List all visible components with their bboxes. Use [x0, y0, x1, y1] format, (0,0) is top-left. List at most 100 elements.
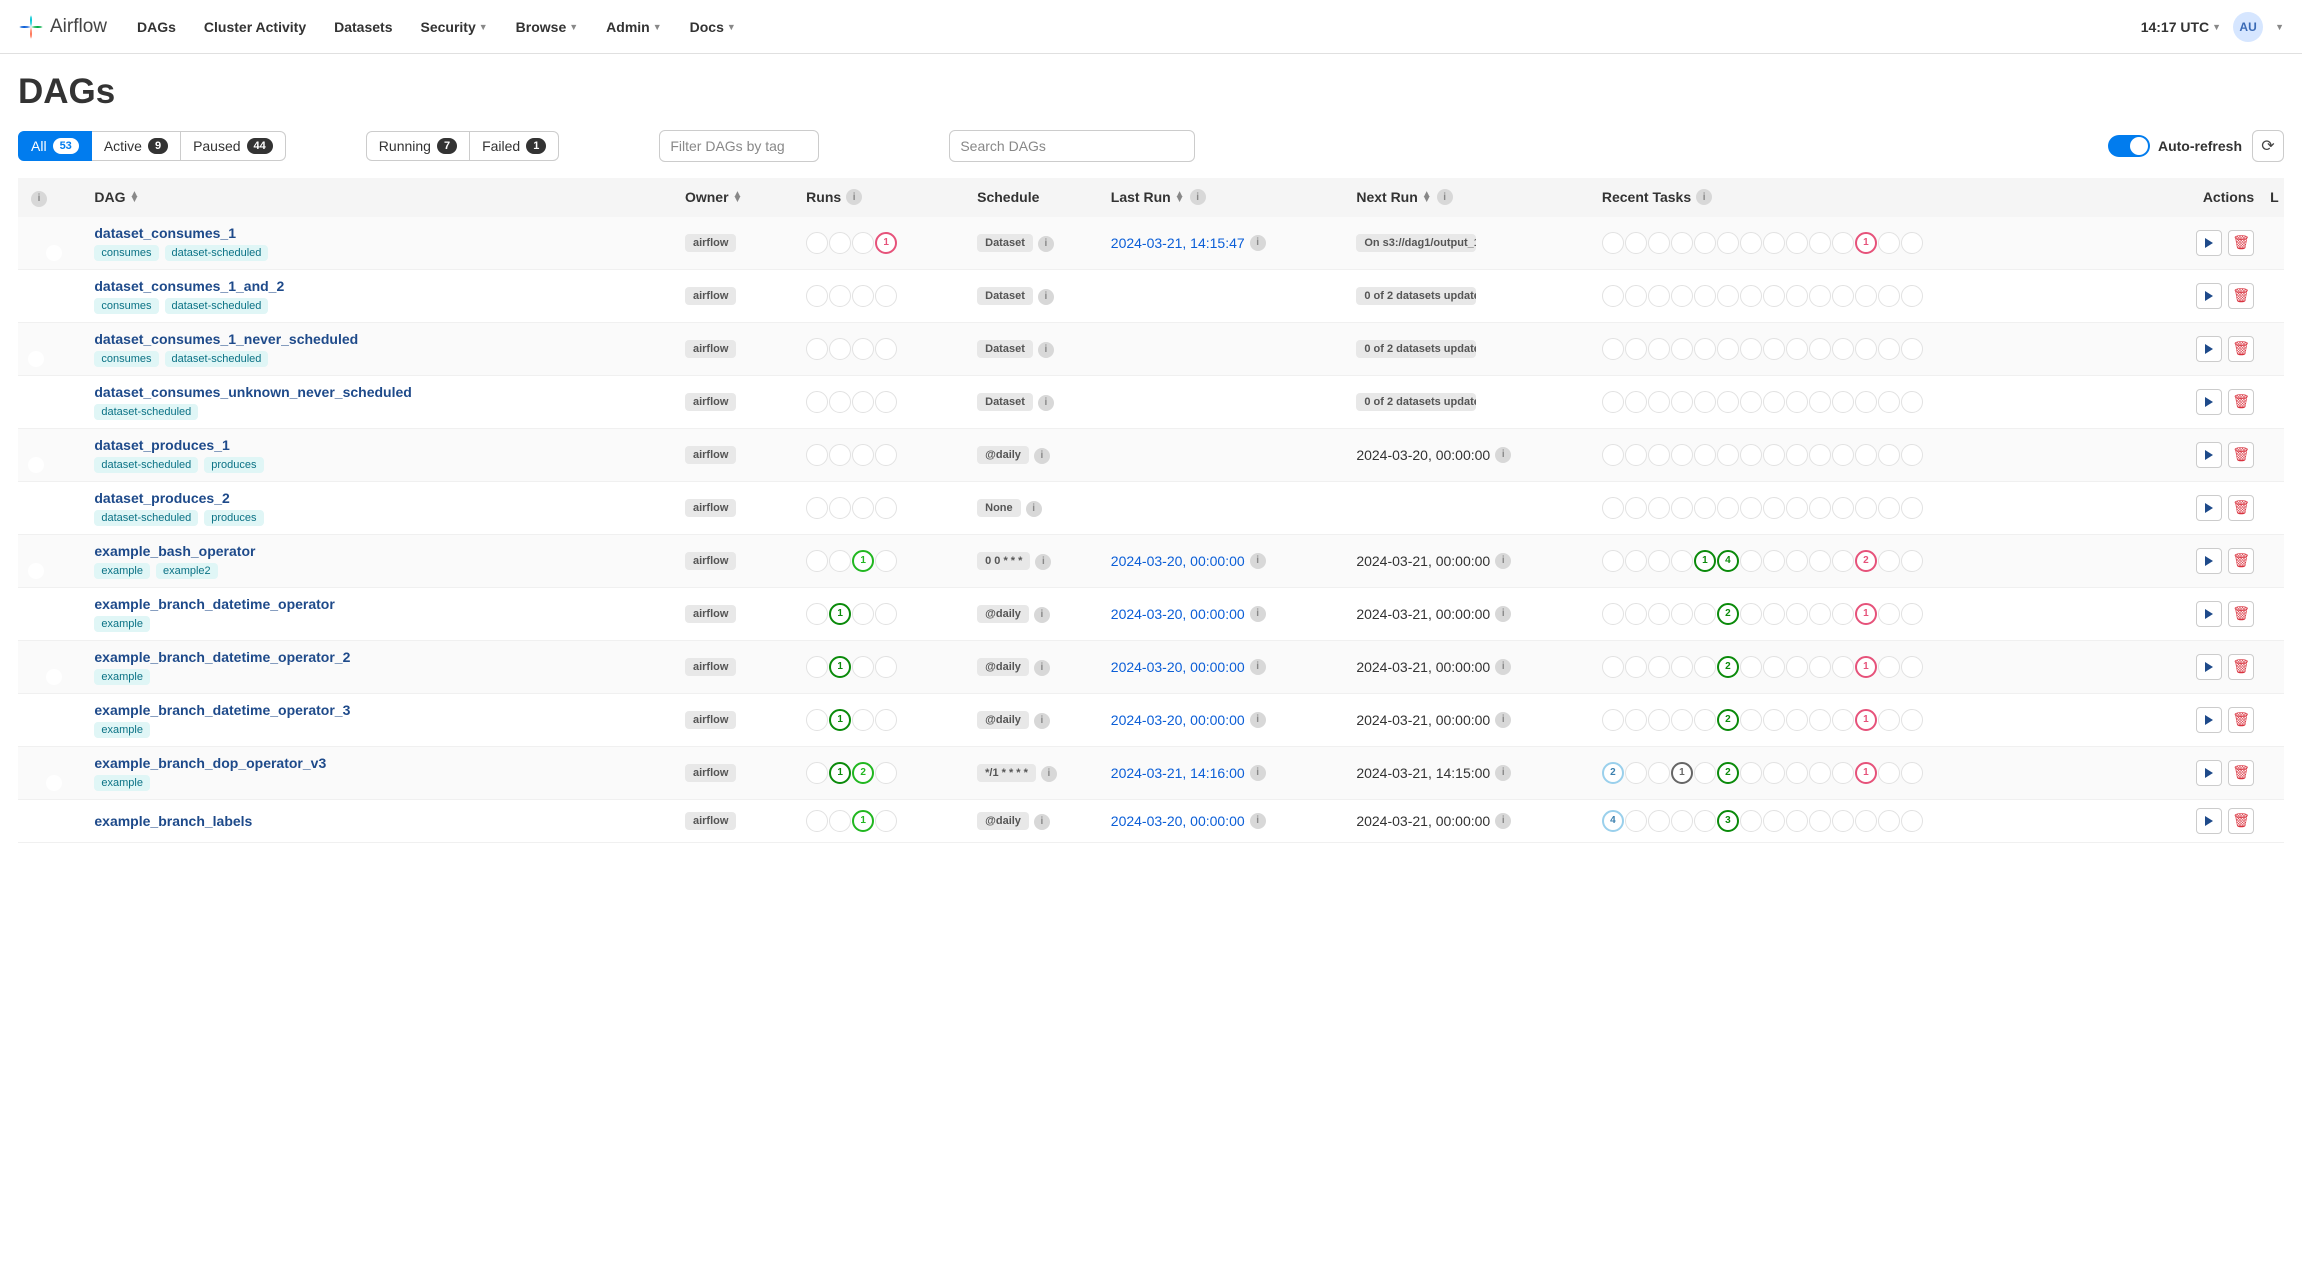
status-circle[interactable] — [1717, 497, 1739, 519]
status-circle[interactable] — [1625, 444, 1647, 466]
status-circle[interactable] — [1648, 603, 1670, 625]
status-circle[interactable] — [875, 285, 897, 307]
status-circle[interactable] — [1786, 603, 1808, 625]
status-circle[interactable] — [852, 391, 874, 413]
status-circle[interactable] — [1694, 391, 1716, 413]
status-circle[interactable] — [829, 810, 851, 832]
info-icon[interactable]: i — [1034, 607, 1050, 623]
tag[interactable]: produces — [204, 510, 263, 526]
owner-badge[interactable]: airflow — [685, 764, 736, 782]
col-next-run[interactable]: Next Run▲▼i — [1348, 178, 1594, 217]
info-icon[interactable]: i — [1495, 447, 1511, 463]
status-circle[interactable] — [1717, 232, 1739, 254]
info-icon[interactable]: i — [1250, 765, 1266, 781]
status-circle[interactable] — [806, 338, 828, 360]
delete-button[interactable]: 🗑 — [2228, 548, 2254, 574]
status-circle[interactable] — [1763, 232, 1785, 254]
refresh-button[interactable]: ⟳ — [2252, 130, 2284, 162]
status-circle[interactable] — [1602, 444, 1624, 466]
info-icon[interactable]: i — [1038, 236, 1054, 252]
status-circle[interactable] — [1878, 810, 1900, 832]
filter-active[interactable]: Active9 — [92, 131, 181, 161]
status-circle[interactable] — [1878, 444, 1900, 466]
user-avatar[interactable]: AU — [2233, 12, 2263, 42]
status-circle[interactable] — [1763, 810, 1785, 832]
info-icon[interactable]: i — [1034, 660, 1050, 676]
trigger-button[interactable] — [2196, 707, 2222, 733]
status-circle[interactable] — [1809, 232, 1831, 254]
status-circle[interactable] — [1832, 656, 1854, 678]
status-circle[interactable] — [1786, 497, 1808, 519]
info-icon[interactable]: i — [1038, 342, 1054, 358]
status-circle[interactable] — [1809, 709, 1831, 731]
status-circle[interactable] — [1855, 391, 1877, 413]
status-circle[interactable] — [1832, 550, 1854, 572]
status-circle[interactable] — [852, 709, 874, 731]
filter-failed[interactable]: Failed1 — [470, 131, 559, 161]
schedule-badge[interactable]: */1 * * * * — [977, 764, 1036, 782]
info-icon[interactable]: i — [31, 191, 47, 207]
status-circle[interactable] — [1694, 810, 1716, 832]
dag-link[interactable]: dataset_consumes_unknown_never_scheduled — [94, 384, 411, 400]
status-circle[interactable] — [1671, 656, 1693, 678]
status-circle[interactable] — [829, 444, 851, 466]
nav-datasets[interactable]: Datasets — [334, 19, 392, 35]
status-circle[interactable] — [1625, 762, 1647, 784]
status-circle[interactable] — [1878, 391, 1900, 413]
info-icon[interactable]: i — [1190, 189, 1206, 205]
status-circle[interactable] — [1855, 338, 1877, 360]
status-circle[interactable] — [1602, 709, 1624, 731]
owner-badge[interactable]: airflow — [685, 658, 736, 676]
status-circle[interactable] — [1625, 603, 1647, 625]
status-circle[interactable] — [875, 603, 897, 625]
status-circle[interactable] — [1602, 391, 1624, 413]
next-run-badge[interactable]: 0 of 2 datasets updated — [1356, 287, 1476, 305]
status-circle[interactable] — [1786, 762, 1808, 784]
status-circle[interactable]: 4 — [1602, 810, 1624, 832]
info-icon[interactable]: i — [846, 189, 862, 205]
status-circle[interactable] — [1763, 391, 1785, 413]
status-circle[interactable] — [1740, 810, 1762, 832]
dag-link[interactable]: dataset_produces_2 — [94, 490, 229, 506]
status-circle[interactable] — [1671, 232, 1693, 254]
dag-link[interactable]: example_branch_datetime_operator_3 — [94, 702, 350, 718]
status-circle[interactable] — [1786, 656, 1808, 678]
status-circle[interactable] — [875, 810, 897, 832]
tag-filter-input[interactable] — [659, 130, 819, 162]
status-circle[interactable] — [1763, 550, 1785, 572]
status-circle[interactable] — [1901, 391, 1923, 413]
last-run-ts[interactable]: 2024-03-20, 00:00:00 — [1111, 813, 1245, 829]
tag[interactable]: dataset-scheduled — [165, 298, 269, 314]
status-circle[interactable] — [1901, 444, 1923, 466]
status-circle[interactable] — [1786, 550, 1808, 572]
status-circle[interactable] — [1832, 444, 1854, 466]
status-circle[interactable] — [1671, 444, 1693, 466]
next-run-badge[interactable]: 0 of 2 datasets updated — [1356, 393, 1476, 411]
info-icon[interactable]: i — [1250, 712, 1266, 728]
status-circle[interactable] — [1694, 656, 1716, 678]
dag-link[interactable]: example_branch_labels — [94, 813, 252, 829]
status-circle[interactable] — [1694, 232, 1716, 254]
status-circle[interactable] — [852, 232, 874, 254]
tag[interactable]: consumes — [94, 351, 158, 367]
owner-badge[interactable]: airflow — [685, 499, 736, 517]
last-run-ts[interactable]: 2024-03-21, 14:16:00 — [1111, 765, 1245, 781]
status-circle[interactable] — [1602, 497, 1624, 519]
status-circle[interactable] — [1671, 285, 1693, 307]
owner-badge[interactable]: airflow — [685, 552, 736, 570]
status-circle[interactable] — [1763, 444, 1785, 466]
status-circle[interactable] — [1832, 497, 1854, 519]
status-circle[interactable] — [1832, 338, 1854, 360]
status-circle[interactable] — [1740, 762, 1762, 784]
status-circle[interactable] — [1625, 550, 1647, 572]
status-circle[interactable] — [1694, 497, 1716, 519]
info-icon[interactable]: i — [1038, 289, 1054, 305]
status-circle[interactable] — [1602, 603, 1624, 625]
autorefresh-toggle[interactable] — [2108, 135, 2150, 157]
status-circle[interactable] — [1855, 285, 1877, 307]
status-circle[interactable] — [1671, 709, 1693, 731]
trigger-button[interactable] — [2196, 336, 2222, 362]
status-circle[interactable] — [829, 338, 851, 360]
status-circle[interactable] — [1763, 497, 1785, 519]
info-icon[interactable]: i — [1026, 501, 1042, 517]
